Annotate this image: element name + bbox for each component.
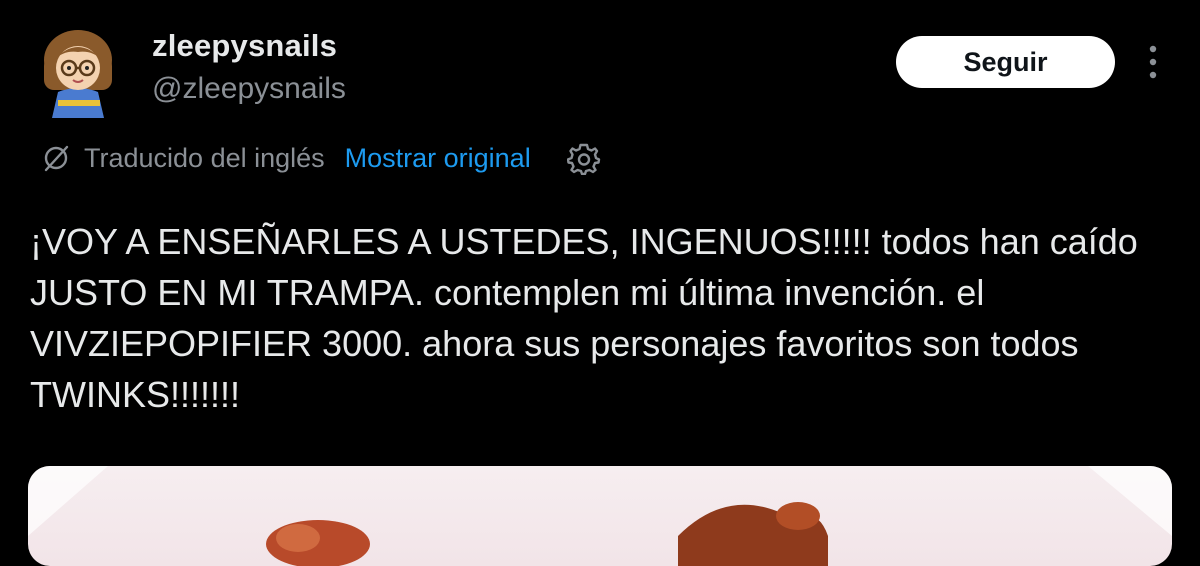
user-handle[interactable]: @zleepysnails [152, 72, 346, 106]
cartoon-girl-avatar-icon [44, 30, 112, 118]
translated-from-label: Traducido del inglés [84, 142, 325, 173]
follow-button[interactable]: Seguir [896, 36, 1115, 88]
avatar[interactable] [34, 26, 122, 118]
media-image [28, 466, 1172, 566]
vertical-ellipsis-icon[interactable] [1138, 40, 1168, 84]
translate-icon [40, 142, 72, 174]
tweet-media[interactable] [28, 466, 1172, 566]
gear-icon[interactable] [566, 141, 601, 176]
translation-bar: Traducido del inglés Mostrar original [40, 138, 601, 178]
show-original-link[interactable]: Mostrar original [345, 143, 531, 174]
display-name[interactable]: zleepysnails [152, 28, 337, 64]
tweet-text: ¡VOY A ENSEÑARLES A USTEDES, INGENUOS!!!… [30, 221, 1138, 415]
